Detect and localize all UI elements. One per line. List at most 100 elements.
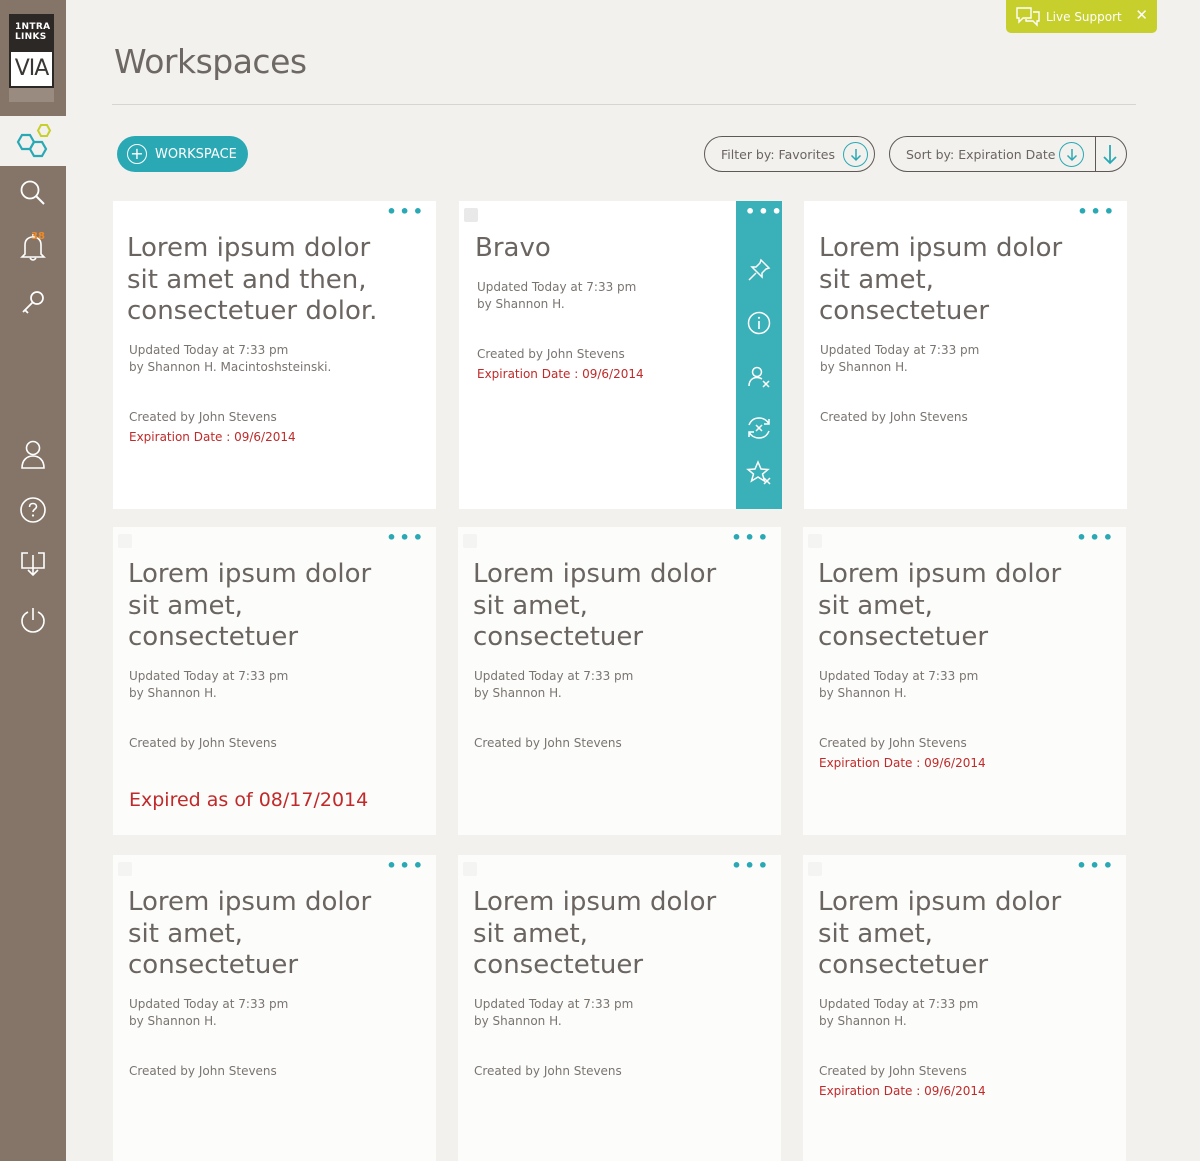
nav-item-notifications[interactable]: 38 <box>0 222 66 272</box>
card-created-by: Created by John Stevens <box>819 736 967 750</box>
more-options-icon[interactable]: ••• <box>386 858 426 874</box>
sort-separator <box>1095 136 1096 172</box>
sort-label: Sort by: Expiration Date <box>906 146 1056 162</box>
intralinks-via-logo[interactable]: 1NTRA LINKS VIA <box>9 14 54 104</box>
remove-user-icon[interactable] <box>746 364 772 390</box>
pin-icon[interactable] <box>746 257 772 283</box>
card-created-by: Created by John Stevens <box>474 736 622 750</box>
card-updated-by: by Shannon H. Macintoshsteinski. <box>129 360 332 374</box>
card-title: Lorem ipsum dolor sit amet, consectetuer <box>473 559 717 652</box>
card-title: Bravo <box>475 233 551 263</box>
search-icon <box>20 180 45 205</box>
card-expired-notice: Expired as of 08/17/2014 <box>129 789 369 811</box>
nav-item-profile[interactable] <box>0 429 66 479</box>
card-updated: Updated Today at 7:33 pm <box>819 997 979 1011</box>
card-checkbox[interactable] <box>808 534 822 548</box>
more-options-icon[interactable]: ••• <box>1076 530 1116 546</box>
nav-item-logout[interactable] <box>0 595 66 645</box>
add-workspace-label: WORKSPACE <box>155 146 237 162</box>
card-checkbox[interactable] <box>118 862 132 876</box>
nav-item-workspaces[interactable] <box>0 116 66 166</box>
filter-dropdown[interactable]: Filter by: Favorites <box>704 136 875 172</box>
card-title: Lorem ipsum dolor sit amet, consectetuer <box>818 887 1062 980</box>
logo-line-2: LINKS <box>15 32 47 42</box>
sort-direction-arrow-icon[interactable] <box>1101 142 1119 169</box>
card-checkbox[interactable] <box>463 862 477 876</box>
nav-item-search[interactable] <box>0 168 66 218</box>
card-expiration: Expiration Date : 09/6/2014 <box>129 430 296 444</box>
card-title: Lorem ipsum dolor sit amet and then, con… <box>127 233 378 326</box>
card-created-by: Created by John Stevens <box>477 347 625 361</box>
page-title: Workspaces <box>114 42 307 81</box>
workspace-card[interactable]: ••• Lorem ipsum dolor sit amet, consecte… <box>803 527 1126 835</box>
download-tray-icon <box>21 552 45 577</box>
workspace-card[interactable]: ••• Lorem ipsum dolor sit amet, consecte… <box>804 201 1127 509</box>
card-updated-by: by Shannon H. <box>819 686 907 700</box>
more-options-icon[interactable]: ••• <box>731 530 771 546</box>
filter-label: Filter by: Favorites <box>721 146 836 162</box>
card-created-by: Created by John Stevens <box>819 1064 967 1078</box>
sort-dropdown[interactable]: Sort by: Expiration Date <box>889 136 1127 172</box>
notification-badge: 38 <box>31 231 45 242</box>
card-title: Lorem ipsum dolor sit amet, consectetuer <box>128 887 372 980</box>
card-updated: Updated Today at 7:33 pm <box>129 669 289 683</box>
chat-bubbles-icon <box>1016 6 1040 27</box>
more-options-icon[interactable]: ••• <box>386 530 426 546</box>
nav-item-download[interactable] <box>0 538 66 588</box>
card-updated: Updated Today at 7:33 pm <box>129 997 289 1011</box>
card-title: Lorem ipsum dolor sit amet, consectetuer <box>473 887 717 980</box>
workspace-card[interactable]: ••• Lorem ipsum dolor sit amet, consecte… <box>458 527 781 835</box>
card-expiration: Expiration Date : 09/6/2014 <box>819 1084 986 1098</box>
workspace-card-selected[interactable]: Bravo Updated Today at 7:33 pm by Shanno… <box>459 201 782 509</box>
workspace-card[interactable]: ••• Lorem ipsum dolor sit amet, consecte… <box>113 855 436 1161</box>
more-options-icon[interactable]: ••• <box>1076 858 1116 874</box>
card-checkbox[interactable] <box>464 208 478 222</box>
card-updated-by: by Shannon H. <box>820 360 908 374</box>
workspace-card[interactable]: ••• Lorem ipsum dolor sit amet, consecte… <box>458 855 781 1161</box>
more-options-icon[interactable]: ••• <box>731 858 771 874</box>
sync-off-icon[interactable] <box>746 415 772 441</box>
card-expiration: Expiration Date : 09/6/2014 <box>819 756 986 770</box>
info-icon[interactable] <box>746 310 772 336</box>
card-checkbox[interactable] <box>808 862 822 876</box>
card-updated-by: by Shannon H. <box>477 297 565 311</box>
nav-item-help[interactable] <box>0 485 66 535</box>
card-updated-by: by Shannon H. <box>129 686 217 700</box>
nav-item-keys[interactable] <box>0 278 66 328</box>
sidebar: 1NTRA LINKS VIA 38 <box>0 0 66 1161</box>
card-title: Lorem ipsum dolor sit amet, consectetuer <box>128 559 372 652</box>
card-updated-by: by Shannon H. <box>129 1014 217 1028</box>
chevron-down-icon <box>843 142 868 167</box>
card-updated: Updated Today at 7:33 pm <box>129 343 289 357</box>
card-updated: Updated Today at 7:33 pm <box>474 669 634 683</box>
workspace-card[interactable]: ••• Lorem ipsum dolor sit amet and then,… <box>113 201 436 509</box>
add-workspace-button[interactable]: + WORKSPACE <box>117 136 248 172</box>
logo-via: VIA <box>9 50 54 88</box>
card-updated: Updated Today at 7:33 pm <box>819 669 979 683</box>
chevron-down-icon <box>1059 142 1084 167</box>
card-checkbox[interactable] <box>118 534 132 548</box>
card-checkbox[interactable] <box>463 534 477 548</box>
live-support-label: Live Support <box>1046 9 1122 24</box>
more-options-icon[interactable]: ••• <box>745 204 785 220</box>
card-created-by: Created by John Stevens <box>129 1064 277 1078</box>
workspaces-hexagon-icon <box>16 124 52 158</box>
help-icon <box>20 497 46 523</box>
card-updated: Updated Today at 7:33 pm <box>820 343 980 357</box>
logo-bar <box>9 88 54 102</box>
unfavorite-star-icon[interactable] <box>746 460 772 486</box>
more-options-icon[interactable]: ••• <box>386 204 426 220</box>
header-divider <box>112 104 1136 105</box>
card-title: Lorem ipsum dolor sit amet, consectetuer <box>819 233 1063 326</box>
card-created-by: Created by John Stevens <box>129 736 277 750</box>
card-created-by: Created by John Stevens <box>820 410 968 424</box>
workspace-card[interactable]: ••• Lorem ipsum dolor sit amet, consecte… <box>803 855 1126 1161</box>
key-icon <box>22 291 44 314</box>
live-support-tab[interactable]: Live Support ✕ <box>1006 0 1157 33</box>
card-title: Lorem ipsum dolor sit amet, consectetuer <box>818 559 1062 652</box>
card-updated-by: by Shannon H. <box>474 686 562 700</box>
more-options-icon[interactable]: ••• <box>1077 204 1117 220</box>
card-updated-by: by Shannon H. <box>474 1014 562 1028</box>
live-support-close-icon[interactable]: ✕ <box>1135 7 1148 24</box>
workspace-card[interactable]: ••• Lorem ipsum dolor sit amet, consecte… <box>113 527 436 835</box>
